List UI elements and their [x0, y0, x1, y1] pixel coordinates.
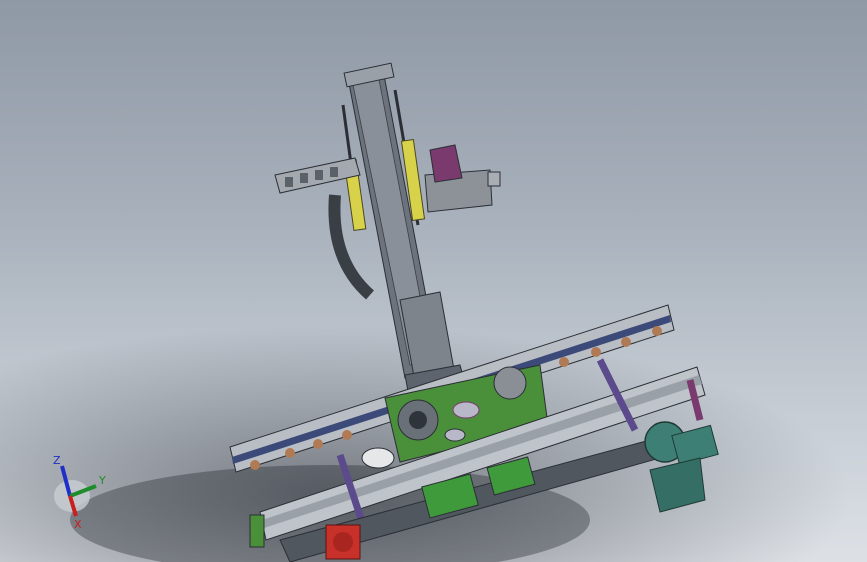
vertical-mast[interactable]	[343, 62, 469, 403]
drive-motor[interactable]	[644, 421, 719, 513]
z-axis-label: Z	[53, 454, 61, 467]
slide-block[interactable]	[424, 144, 501, 213]
cad-viewport[interactable]: Z Y X	[0, 0, 867, 562]
assembly-model[interactable]	[0, 0, 867, 562]
y-axis-label: Y	[98, 474, 106, 487]
side-actuator	[361, 447, 395, 469]
gearbox[interactable]	[325, 524, 361, 560]
orientation-triad[interactable]: Z Y X	[40, 452, 110, 532]
x-axis-label: X	[74, 518, 82, 531]
